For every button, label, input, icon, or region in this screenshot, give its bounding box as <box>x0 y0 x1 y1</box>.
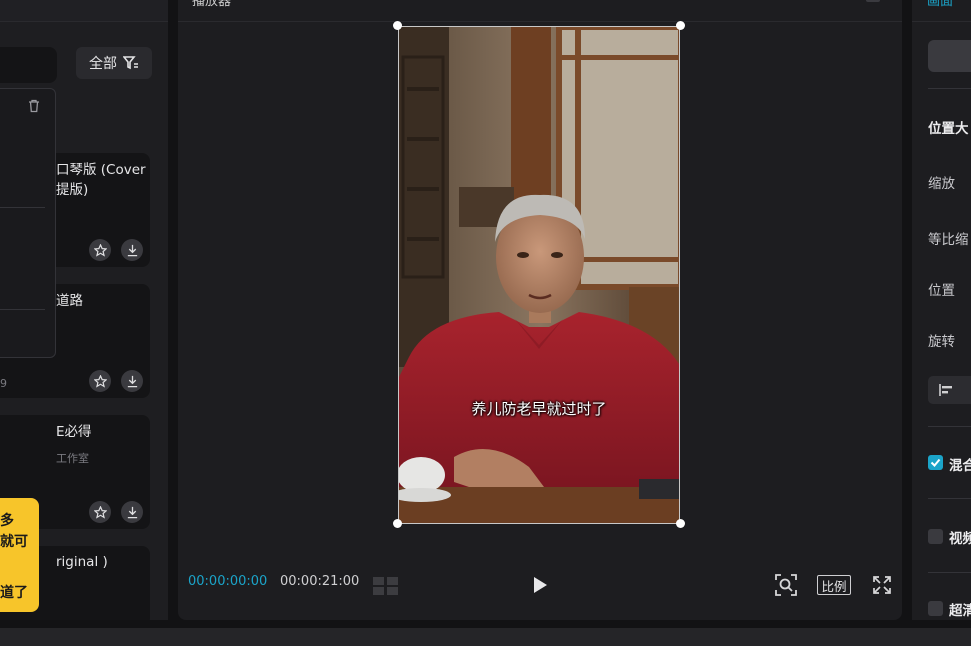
search-input[interactable] <box>0 47 57 83</box>
uniform-scale-label: 等比缩 <box>928 232 969 248</box>
divider <box>928 88 971 89</box>
resize-handle-br[interactable] <box>676 519 685 528</box>
popup-divider <box>0 309 45 310</box>
download-icon[interactable] <box>121 239 143 261</box>
divider <box>928 572 971 573</box>
tip-bubble[interactable]: 多 就可 道了 <box>0 498 39 612</box>
video-checkbox[interactable] <box>928 529 943 544</box>
download-icon[interactable] <box>121 501 143 523</box>
ratio-label: 比例 <box>821 578 847 594</box>
properties-panel: 画面 位置大 缩放 等比缩 位置 旋转 混合 视频 超清 <box>912 0 971 620</box>
favorite-star-icon[interactable] <box>89 370 111 392</box>
tip-line: 道了 <box>0 585 28 601</box>
timeline-grid-icon[interactable] <box>372 575 400 597</box>
blend-label: 混合 <box>949 458 971 474</box>
player-panel: 播放器 养儿防老早就过时了 00:00:00:00 00:00:21:00 比例 <box>178 0 902 620</box>
current-timecode: 00:00:00:00 <box>188 574 268 589</box>
aspect-ratio-button[interactable]: 比例 <box>817 575 851 595</box>
properties-header: 画面 <box>912 0 971 22</box>
filter-icon <box>123 56 138 70</box>
total-timecode: 00:00:21:00 <box>280 574 360 589</box>
music-title: 道路 <box>56 293 83 309</box>
super-checkbox[interactable] <box>928 601 943 616</box>
check-icon <box>930 458 941 467</box>
resize-handle-tr[interactable] <box>676 21 685 30</box>
scale-label: 缩放 <box>928 176 955 192</box>
zoom-fit-icon[interactable] <box>774 573 798 597</box>
play-icon[interactable] <box>530 574 550 596</box>
tip-line: 就可 <box>0 534 28 550</box>
divider <box>928 498 971 499</box>
tab-picture[interactable]: 画面 <box>927 0 953 9</box>
tip-line: 多 <box>0 513 14 529</box>
player-header: 播放器 <box>178 0 902 22</box>
rotate-label: 旋转 <box>928 334 955 350</box>
library-tab-bar <box>0 0 168 22</box>
music-title-line2: 提版) <box>56 182 89 198</box>
video-subtitle: 养儿防老早就过时了 <box>471 400 607 418</box>
video-preview[interactable]: 养儿防老早就过时了 <box>398 26 680 524</box>
fullscreen-icon[interactable] <box>872 575 892 595</box>
section-title: 位置大 <box>928 121 969 137</box>
context-popup <box>0 88 56 358</box>
popup-divider <box>0 207 45 208</box>
music-title: 口琴版 (Cover <box>56 162 146 178</box>
favorite-star-icon[interactable] <box>89 501 111 523</box>
divider <box>928 426 971 427</box>
resize-handle-bl[interactable] <box>393 519 402 528</box>
menu-icon[interactable] <box>866 0 880 2</box>
download-icon[interactable] <box>121 370 143 392</box>
position-label: 位置 <box>928 283 955 299</box>
video-frame-image <box>399 27 679 523</box>
favorite-star-icon[interactable] <box>89 239 111 261</box>
resize-handle-tl[interactable] <box>393 21 402 30</box>
filter-button[interactable]: 全部 <box>76 47 152 79</box>
filter-label: 全部 <box>89 56 117 72</box>
music-title: E必得 <box>56 424 92 440</box>
editor-window: 全部 口琴版 (Cover 提版) 道路 9 E必得 工作室 riginal)… <box>0 0 971 646</box>
timeline-strip <box>0 628 971 646</box>
player-title: 播放器 <box>192 0 232 9</box>
trash-icon[interactable] <box>27 99 41 113</box>
video-label: 视频 <box>949 531 971 547</box>
align-left-icon <box>939 384 952 396</box>
properties-top-button[interactable] <box>928 40 971 72</box>
music-title: riginal ) <box>56 554 108 570</box>
blend-checkbox[interactable] <box>928 455 943 470</box>
music-duration: 9 <box>0 377 7 390</box>
music-author: 工作室 <box>56 452 89 465</box>
media-library-panel: 全部 口琴版 (Cover 提版) 道路 9 E必得 工作室 riginal)… <box>0 0 168 620</box>
super-label: 超清 <box>949 603 971 619</box>
align-left-button[interactable] <box>928 376 971 404</box>
